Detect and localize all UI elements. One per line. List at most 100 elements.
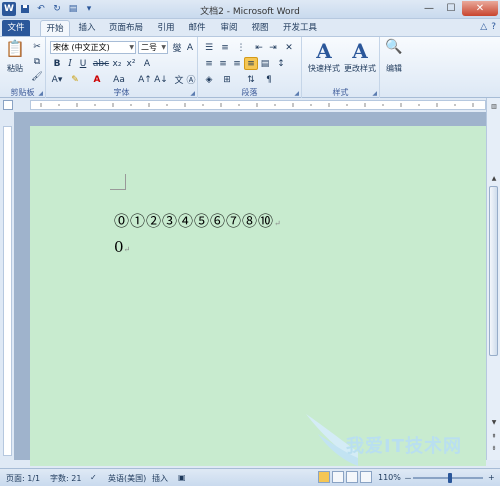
increase-indent-icon[interactable]: ⇥ <box>266 41 280 54</box>
tab-references[interactable]: 引用 <box>155 20 177 36</box>
bullets-icon[interactable]: ☰ <box>202 41 216 54</box>
quick-styles-button[interactable]: A 快速样式 <box>306 39 342 74</box>
cut-icon[interactable]: ✂ <box>30 40 44 53</box>
change-styles-button[interactable]: A 更改样式 <box>342 39 378 74</box>
close-icon[interactable]: ✕ <box>462 1 498 16</box>
align-left-icon[interactable]: ≡ <box>202 57 216 70</box>
window-controls: — ☐ ✕ <box>418 1 498 16</box>
text-effect-button[interactable]: A▾ <box>50 73 64 86</box>
customize-icon[interactable]: ▾ <box>82 2 96 16</box>
line-spacing-icon[interactable]: ↕ <box>274 57 288 70</box>
tab-developer[interactable]: 开发工具 <box>280 20 320 36</box>
outline-view-button[interactable] <box>360 471 372 483</box>
clipboard-launcher-icon[interactable]: ◢ <box>38 90 43 97</box>
word-count[interactable]: 字数: 21 <box>50 473 81 484</box>
scroll-up-icon[interactable]: ▲ <box>489 174 499 184</box>
font-color-icon[interactable]: A <box>90 73 104 86</box>
chinese-layout-icon[interactable]: ✕ <box>282 41 296 54</box>
paste-button[interactable]: 📋 粘贴 <box>2 39 28 74</box>
proofing-icon[interactable]: ✓ <box>90 473 97 482</box>
tab-insert[interactable]: 插入 <box>76 20 98 36</box>
justify-icon[interactable]: ≡ <box>244 57 258 70</box>
vertical-ruler-track[interactable] <box>3 126 12 456</box>
quick-styles-icon: A <box>316 39 332 63</box>
undo-icon[interactable]: ↶ <box>34 2 48 16</box>
paste-icon: 📋 <box>5 39 25 58</box>
tab-selector[interactable] <box>3 100 13 110</box>
zoom-in-button[interactable]: + <box>488 473 495 482</box>
help-icon[interactable]: ? <box>491 22 496 32</box>
align-center-icon[interactable]: ≡ <box>216 57 230 70</box>
zoom-out-button[interactable]: － <box>404 473 412 484</box>
save-icon[interactable] <box>18 2 32 16</box>
print-layout-view-button[interactable] <box>318 471 330 483</box>
full-screen-view-button[interactable] <box>332 471 344 483</box>
shading-icon[interactable]: ◈ <box>202 73 216 86</box>
sort-icon[interactable]: ⇅ <box>244 73 258 86</box>
document-line-2[interactable]: 0↵ <box>114 238 130 256</box>
font-size-combo[interactable]: 二号 ▼ <box>138 41 168 54</box>
decrease-indent-icon[interactable]: ⇤ <box>252 41 266 54</box>
print-preview-icon[interactable]: ▤ <box>66 2 80 16</box>
bold-button[interactable]: B <box>50 57 64 70</box>
decrease-font-icon[interactable]: A↓ <box>154 73 168 86</box>
highlight-color-icon[interactable]: ✎ <box>68 73 82 86</box>
document-line-1[interactable]: ⓪①②③④⑤⑥⑦⑧⑩↵ <box>114 210 282 231</box>
maximize-icon[interactable]: ☐ <box>440 1 462 16</box>
editing-button[interactable]: 🔍 编辑 <box>382 39 406 74</box>
numbering-icon[interactable]: ≡ <box>218 41 232 54</box>
font-name-combo[interactable]: 宋体 (中文正文) ▼ <box>50 41 136 54</box>
tab-mailings[interactable]: 邮件 <box>186 20 208 36</box>
site-watermark: 我爱IT技术网 <box>300 412 496 468</box>
ruler-toggle-icon[interactable]: ▥ <box>489 102 499 112</box>
status-bar: 页面: 1/1 字数: 21 ✓ 英语(美国) 插入 ▣ 110% － + <box>0 468 500 486</box>
copy-icon[interactable]: ⧉ <box>30 55 44 68</box>
redo-icon[interactable]: ↻ <box>50 2 64 16</box>
styles-group-label: 样式 <box>332 88 349 97</box>
tab-view[interactable]: 视图 <box>249 20 271 36</box>
subscript-button[interactable]: x₂ <box>110 57 124 70</box>
change-case-icon[interactable]: 燮 <box>170 41 184 54</box>
horizontal-ruler[interactable] <box>30 100 486 110</box>
page-count[interactable]: 页面: 1/1 <box>6 473 40 484</box>
increase-font-icon[interactable]: A↑ <box>138 73 152 86</box>
word-app-icon[interactable]: W <box>2 2 16 16</box>
editing-label: 编辑 <box>386 64 402 73</box>
align-right-icon[interactable]: ≡ <box>230 57 244 70</box>
clear-format-icon[interactable]: A <box>183 41 197 54</box>
ruler-row <box>0 98 500 112</box>
tab-home[interactable]: 开始 <box>40 20 70 36</box>
show-marks-icon[interactable]: ¶ <box>262 73 276 86</box>
tab-file[interactable]: 文件 <box>2 20 30 36</box>
paragraph-launcher-icon[interactable]: ◢ <box>294 90 299 97</box>
format-painter-icon[interactable]: 🖌 <box>30 70 44 83</box>
macro-record-icon[interactable]: ▣ <box>178 473 186 482</box>
vertical-scrollbar[interactable]: ▥ ▲ ▼ ⇞ ⇟ <box>486 98 500 460</box>
tab-right-icons: △ ? <box>480 22 496 32</box>
borders-icon[interactable]: ⊞ <box>220 73 234 86</box>
minimize-ribbon-icon[interactable]: △ <box>480 22 487 32</box>
grow-font-icon[interactable]: Aa <box>112 73 126 86</box>
language-indicator[interactable]: 英语(美国) <box>108 473 146 484</box>
underline-button[interactable]: U <box>76 57 90 70</box>
scrollbar-thumb[interactable] <box>489 186 498 356</box>
minimize-icon[interactable]: — <box>418 1 440 16</box>
font-launcher-icon[interactable]: ◢ <box>190 90 195 97</box>
zoom-level[interactable]: 110% <box>378 473 401 482</box>
insert-mode[interactable]: 插入 <box>152 473 168 484</box>
italic-button[interactable]: I <box>63 57 77 70</box>
web-layout-view-button[interactable] <box>346 471 358 483</box>
enclosed-numbers-text: ⓪①②③④⑤⑥⑦⑧⑩ <box>114 212 275 230</box>
zoom-slider-thumb[interactable] <box>448 473 452 483</box>
tab-review[interactable]: 审阅 <box>218 20 240 36</box>
superscript-button[interactable]: x² <box>124 57 138 70</box>
tab-page-layout[interactable]: 页面布局 <box>106 20 146 36</box>
strikethrough-button[interactable]: abc <box>93 57 109 70</box>
enclose-characters-icon[interactable]: Ⓐ <box>184 73 198 86</box>
text-effects-icon[interactable]: A <box>140 57 154 70</box>
change-styles-icon: A <box>352 39 368 63</box>
multilevel-list-icon[interactable]: ⋮ <box>234 41 248 54</box>
chevron-down-icon: ▼ <box>129 44 134 51</box>
styles-launcher-icon[interactable]: ◢ <box>372 90 377 97</box>
distributed-icon[interactable]: ▤ <box>258 57 272 70</box>
